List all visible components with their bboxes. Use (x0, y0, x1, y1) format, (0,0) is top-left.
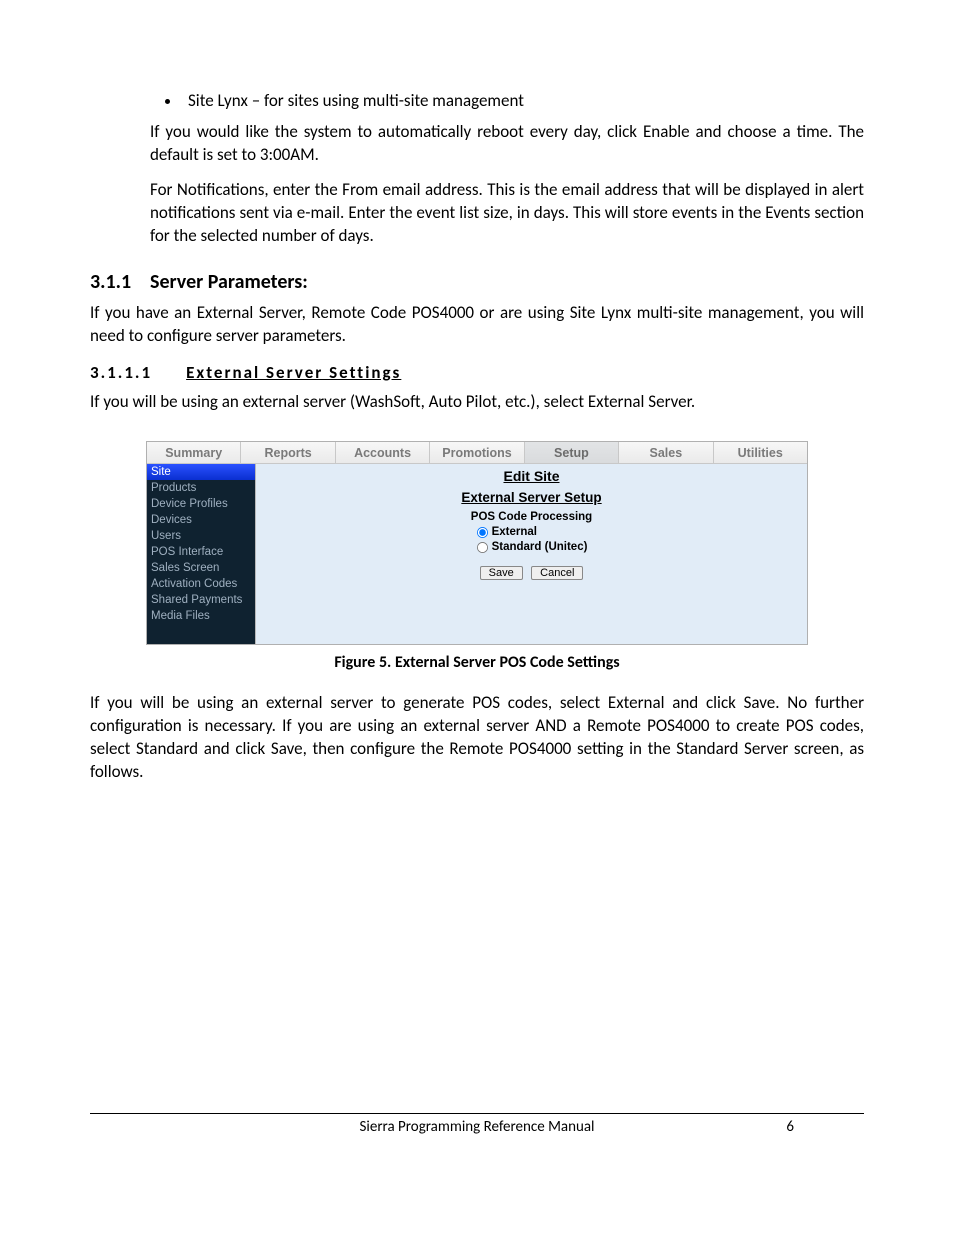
bullet-item: Site Lynx – for sites using multi-site m… (182, 90, 864, 113)
radio-row: Standard (Unitec) (476, 540, 588, 555)
radio-row: External (476, 525, 588, 540)
tab-reports[interactable]: Reports (241, 442, 335, 464)
tab-setup[interactable]: Setup (525, 442, 619, 464)
sidebar-item-products[interactable]: Products (147, 480, 255, 496)
paragraph-notifications: For Notifications, enter the From email … (90, 179, 864, 248)
radio-label: Standard (Unitec) (492, 541, 588, 553)
tab-bar: SummaryReportsAccountsPromotionsSetupSal… (147, 442, 807, 464)
sidebar-item-users[interactable]: Users (147, 528, 255, 544)
tab-accounts[interactable]: Accounts (336, 442, 430, 464)
edit-site-title: Edit Site (256, 468, 807, 484)
tab-promotions[interactable]: Promotions (430, 442, 524, 464)
bullet-list: Site Lynx – for sites using multi-site m… (90, 90, 864, 113)
radio-external[interactable] (477, 527, 488, 538)
save-button[interactable]: Save (480, 566, 523, 580)
subsection-title: External Server Settings (186, 362, 401, 383)
content-panel: Edit Site External Server Setup POS Code… (255, 464, 807, 644)
pos-code-label: POS Code Processing (256, 511, 807, 523)
paragraph-after-figure: If you will be using an external server … (90, 692, 864, 784)
page-footer: Sierra Programming Reference Manual 6 (90, 1113, 864, 1136)
radio-group: External Standard (Unitec) (476, 525, 588, 555)
section-heading: 3.1.1Server Parameters: (90, 270, 864, 294)
tab-utilities[interactable]: Utilities (714, 442, 807, 464)
cancel-button[interactable]: Cancel (531, 566, 583, 580)
radio-standard-unitec-[interactable] (477, 542, 488, 553)
sidebar-item-sales-screen[interactable]: Sales Screen (147, 560, 255, 576)
sidebar-item-pos-interface[interactable]: POS Interface (147, 544, 255, 560)
sidebar-item-activation-codes[interactable]: Activation Codes (147, 576, 255, 592)
button-row: Save Cancel (256, 563, 807, 581)
external-server-title: External Server Setup (256, 490, 807, 505)
figure-caption: Figure 5. External Server POS Code Setti… (90, 653, 864, 672)
screenshot-ui: SummaryReportsAccountsPromotionsSetupSal… (146, 441, 808, 645)
footer-title: Sierra Programming Reference Manual (90, 1118, 864, 1136)
sidebar-item-device-profiles[interactable]: Device Profiles (147, 496, 255, 512)
section-number: 3.1.1 (90, 270, 150, 294)
sidebar-item-site[interactable]: Site (147, 464, 255, 480)
radio-label: External (492, 526, 537, 538)
sidebar: SiteProductsDevice ProfilesDevicesUsersP… (147, 464, 255, 644)
paragraph-external: If you will be using an external server … (90, 391, 864, 414)
paragraph-reboot: If you would like the system to automati… (90, 121, 864, 167)
sidebar-item-devices[interactable]: Devices (147, 512, 255, 528)
footer-page-number: 6 (786, 1118, 794, 1136)
tab-sales[interactable]: Sales (619, 442, 713, 464)
sidebar-item-shared-payments[interactable]: Shared Payments (147, 592, 255, 608)
subsection-heading: 3.1.1.1 External Server Settings (90, 362, 864, 383)
section-title: Server Parameters: (150, 270, 308, 294)
tab-summary[interactable]: Summary (147, 442, 241, 464)
paragraph-server: If you have an External Server, Remote C… (90, 302, 864, 348)
subsection-number: 3.1.1.1 (90, 362, 152, 383)
sidebar-item-media-files[interactable]: Media Files (147, 608, 255, 624)
